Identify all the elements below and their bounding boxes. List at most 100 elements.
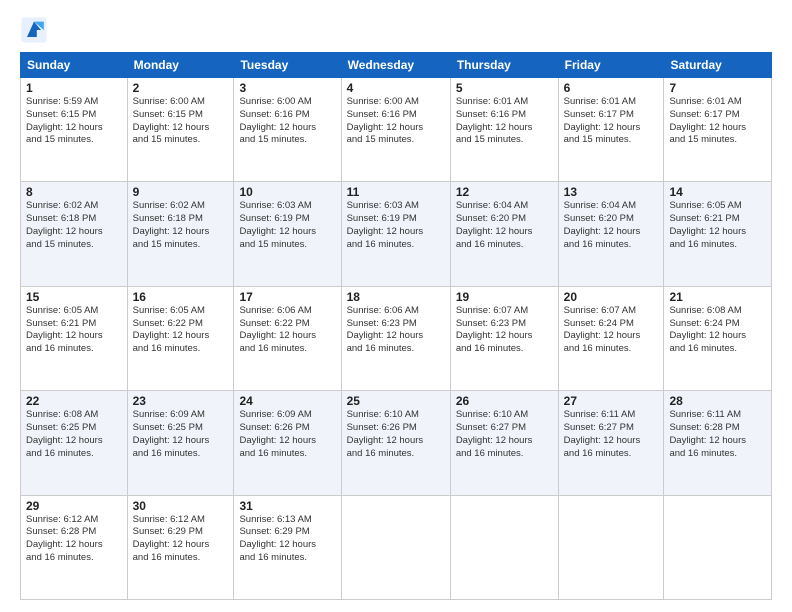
day-number: 11	[347, 185, 445, 199]
calendar-week-row: 22Sunrise: 6:08 AM Sunset: 6:25 PM Dayli…	[21, 391, 772, 495]
calendar-cell: 5Sunrise: 6:01 AM Sunset: 6:16 PM Daylig…	[450, 78, 558, 182]
day-info: Sunrise: 6:09 AM Sunset: 6:26 PM Dayligh…	[239, 409, 335, 460]
day-info: Sunrise: 6:04 AM Sunset: 6:20 PM Dayligh…	[456, 200, 553, 251]
calendar-cell: 11Sunrise: 6:03 AM Sunset: 6:19 PM Dayli…	[341, 182, 450, 286]
day-number: 27	[564, 394, 659, 408]
day-number: 21	[669, 290, 766, 304]
day-number: 5	[456, 81, 553, 95]
day-number: 7	[669, 81, 766, 95]
calendar-cell: 27Sunrise: 6:11 AM Sunset: 6:27 PM Dayli…	[558, 391, 664, 495]
day-info: Sunrise: 6:03 AM Sunset: 6:19 PM Dayligh…	[239, 200, 335, 251]
day-info: Sunrise: 6:07 AM Sunset: 6:23 PM Dayligh…	[456, 305, 553, 356]
day-number: 12	[456, 185, 553, 199]
day-info: Sunrise: 6:10 AM Sunset: 6:26 PM Dayligh…	[347, 409, 445, 460]
day-info: Sunrise: 6:01 AM Sunset: 6:16 PM Dayligh…	[456, 96, 553, 147]
calendar-week-row: 15Sunrise: 6:05 AM Sunset: 6:21 PM Dayli…	[21, 286, 772, 390]
col-header-tuesday: Tuesday	[234, 53, 341, 78]
day-number: 23	[133, 394, 229, 408]
day-info: Sunrise: 6:06 AM Sunset: 6:23 PM Dayligh…	[347, 305, 445, 356]
calendar-cell: 19Sunrise: 6:07 AM Sunset: 6:23 PM Dayli…	[450, 286, 558, 390]
day-info: Sunrise: 6:05 AM Sunset: 6:21 PM Dayligh…	[26, 305, 122, 356]
calendar-cell: 26Sunrise: 6:10 AM Sunset: 6:27 PM Dayli…	[450, 391, 558, 495]
day-number: 15	[26, 290, 122, 304]
day-info: Sunrise: 6:04 AM Sunset: 6:20 PM Dayligh…	[564, 200, 659, 251]
day-info: Sunrise: 6:05 AM Sunset: 6:21 PM Dayligh…	[669, 200, 766, 251]
day-number: 14	[669, 185, 766, 199]
calendar-cell: 25Sunrise: 6:10 AM Sunset: 6:26 PM Dayli…	[341, 391, 450, 495]
calendar-cell: 23Sunrise: 6:09 AM Sunset: 6:25 PM Dayli…	[127, 391, 234, 495]
day-info: Sunrise: 6:11 AM Sunset: 6:28 PM Dayligh…	[669, 409, 766, 460]
calendar-cell: 30Sunrise: 6:12 AM Sunset: 6:29 PM Dayli…	[127, 495, 234, 599]
header	[20, 16, 772, 44]
calendar-cell: 14Sunrise: 6:05 AM Sunset: 6:21 PM Dayli…	[664, 182, 772, 286]
calendar-cell: 20Sunrise: 6:07 AM Sunset: 6:24 PM Dayli…	[558, 286, 664, 390]
day-number: 9	[133, 185, 229, 199]
calendar-cell: 4Sunrise: 6:00 AM Sunset: 6:16 PM Daylig…	[341, 78, 450, 182]
day-number: 2	[133, 81, 229, 95]
col-header-wednesday: Wednesday	[341, 53, 450, 78]
day-info: Sunrise: 6:13 AM Sunset: 6:29 PM Dayligh…	[239, 514, 335, 565]
day-number: 20	[564, 290, 659, 304]
day-number: 3	[239, 81, 335, 95]
day-number: 31	[239, 499, 335, 513]
calendar-week-row: 29Sunrise: 6:12 AM Sunset: 6:28 PM Dayli…	[21, 495, 772, 599]
day-info: Sunrise: 6:02 AM Sunset: 6:18 PM Dayligh…	[133, 200, 229, 251]
col-header-saturday: Saturday	[664, 53, 772, 78]
day-number: 13	[564, 185, 659, 199]
day-info: Sunrise: 6:12 AM Sunset: 6:29 PM Dayligh…	[133, 514, 229, 565]
calendar-cell: 21Sunrise: 6:08 AM Sunset: 6:24 PM Dayli…	[664, 286, 772, 390]
calendar-header-row: SundayMondayTuesdayWednesdayThursdayFrid…	[21, 53, 772, 78]
day-number: 29	[26, 499, 122, 513]
day-info: Sunrise: 6:12 AM Sunset: 6:28 PM Dayligh…	[26, 514, 122, 565]
calendar-cell: 29Sunrise: 6:12 AM Sunset: 6:28 PM Dayli…	[21, 495, 128, 599]
day-number: 24	[239, 394, 335, 408]
calendar-cell: 13Sunrise: 6:04 AM Sunset: 6:20 PM Dayli…	[558, 182, 664, 286]
day-info: Sunrise: 6:02 AM Sunset: 6:18 PM Dayligh…	[26, 200, 122, 251]
logo	[20, 16, 52, 44]
calendar-week-row: 8Sunrise: 6:02 AM Sunset: 6:18 PM Daylig…	[21, 182, 772, 286]
day-info: Sunrise: 6:11 AM Sunset: 6:27 PM Dayligh…	[564, 409, 659, 460]
col-header-sunday: Sunday	[21, 53, 128, 78]
day-info: Sunrise: 5:59 AM Sunset: 6:15 PM Dayligh…	[26, 96, 122, 147]
calendar-cell: 18Sunrise: 6:06 AM Sunset: 6:23 PM Dayli…	[341, 286, 450, 390]
day-number: 8	[26, 185, 122, 199]
day-number: 26	[456, 394, 553, 408]
calendar-cell: 6Sunrise: 6:01 AM Sunset: 6:17 PM Daylig…	[558, 78, 664, 182]
calendar-cell: 2Sunrise: 6:00 AM Sunset: 6:15 PM Daylig…	[127, 78, 234, 182]
day-number: 4	[347, 81, 445, 95]
col-header-thursday: Thursday	[450, 53, 558, 78]
day-info: Sunrise: 6:00 AM Sunset: 6:15 PM Dayligh…	[133, 96, 229, 147]
calendar-cell	[450, 495, 558, 599]
day-number: 16	[133, 290, 229, 304]
day-info: Sunrise: 6:09 AM Sunset: 6:25 PM Dayligh…	[133, 409, 229, 460]
day-number: 18	[347, 290, 445, 304]
day-number: 22	[26, 394, 122, 408]
calendar-cell	[341, 495, 450, 599]
day-number: 1	[26, 81, 122, 95]
page: SundayMondayTuesdayWednesdayThursdayFrid…	[0, 0, 792, 612]
calendar-week-row: 1Sunrise: 5:59 AM Sunset: 6:15 PM Daylig…	[21, 78, 772, 182]
day-number: 19	[456, 290, 553, 304]
col-header-friday: Friday	[558, 53, 664, 78]
calendar-cell: 16Sunrise: 6:05 AM Sunset: 6:22 PM Dayli…	[127, 286, 234, 390]
calendar-cell	[664, 495, 772, 599]
calendar-table: SundayMondayTuesdayWednesdayThursdayFrid…	[20, 52, 772, 600]
calendar-cell: 17Sunrise: 6:06 AM Sunset: 6:22 PM Dayli…	[234, 286, 341, 390]
day-info: Sunrise: 6:08 AM Sunset: 6:24 PM Dayligh…	[669, 305, 766, 356]
day-info: Sunrise: 6:10 AM Sunset: 6:27 PM Dayligh…	[456, 409, 553, 460]
calendar-cell: 3Sunrise: 6:00 AM Sunset: 6:16 PM Daylig…	[234, 78, 341, 182]
calendar-cell	[558, 495, 664, 599]
day-number: 17	[239, 290, 335, 304]
logo-icon	[20, 16, 48, 44]
day-info: Sunrise: 6:00 AM Sunset: 6:16 PM Dayligh…	[347, 96, 445, 147]
day-info: Sunrise: 6:01 AM Sunset: 6:17 PM Dayligh…	[669, 96, 766, 147]
calendar-cell: 12Sunrise: 6:04 AM Sunset: 6:20 PM Dayli…	[450, 182, 558, 286]
day-info: Sunrise: 6:03 AM Sunset: 6:19 PM Dayligh…	[347, 200, 445, 251]
col-header-monday: Monday	[127, 53, 234, 78]
day-info: Sunrise: 6:01 AM Sunset: 6:17 PM Dayligh…	[564, 96, 659, 147]
calendar-cell: 1Sunrise: 5:59 AM Sunset: 6:15 PM Daylig…	[21, 78, 128, 182]
day-number: 28	[669, 394, 766, 408]
day-info: Sunrise: 6:00 AM Sunset: 6:16 PM Dayligh…	[239, 96, 335, 147]
calendar-cell: 15Sunrise: 6:05 AM Sunset: 6:21 PM Dayli…	[21, 286, 128, 390]
day-number: 10	[239, 185, 335, 199]
